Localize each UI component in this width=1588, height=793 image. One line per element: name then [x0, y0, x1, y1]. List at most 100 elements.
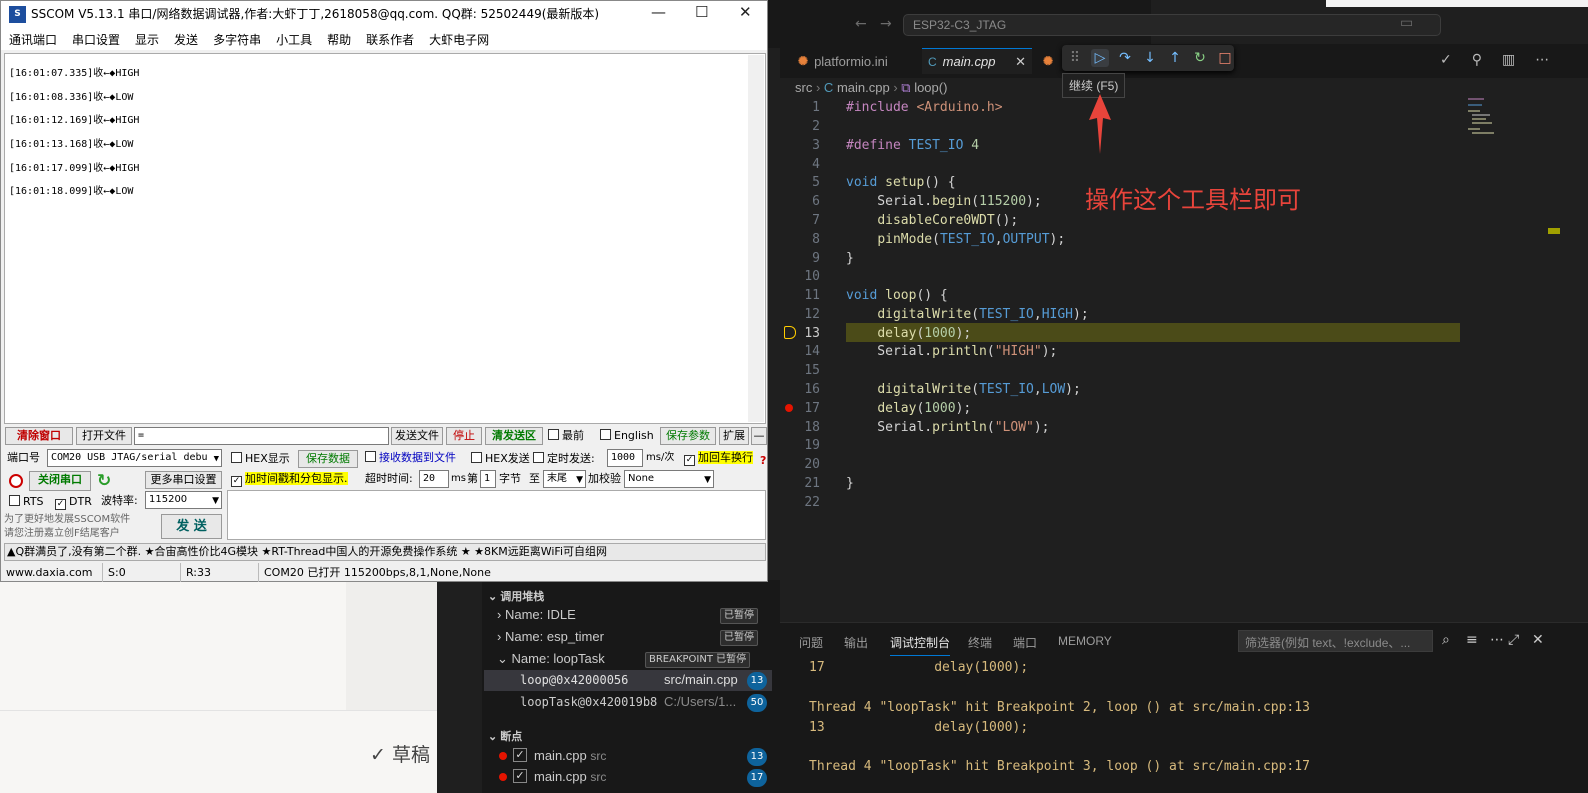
- menu-daxia[interactable]: 大虾电子网: [421, 28, 496, 50]
- code-line[interactable]: digitalWrite(TEST_IO,LOW);: [846, 382, 1081, 397]
- ad-ticker[interactable]: ▲Q群满员了,没有第二个群. ★合宙高性价比4G模块 ★RT-Thread中国人…: [4, 543, 766, 561]
- platformio-bug-icon[interactable]: ✺: [1043, 48, 1053, 74]
- status-site[interactable]: www.daxia.com: [3, 563, 103, 582]
- checksum-select[interactable]: None ▼: [624, 470, 714, 488]
- receive-scrollbar[interactable]: [748, 55, 764, 422]
- breakpoint-item[interactable]: main.cpp src: [534, 746, 606, 766]
- menu-tools[interactable]: 小工具: [268, 28, 319, 50]
- step-out-icon[interactable]: ↑: [1166, 49, 1184, 67]
- tab-ports[interactable]: 端口: [1013, 634, 1037, 651]
- breadcrumb-file[interactable]: main.cpp: [837, 80, 890, 95]
- close-icon[interactable]: ✕: [1015, 54, 1026, 70]
- callstack-header[interactable]: ⌄ 调用堆栈: [488, 588, 544, 604]
- tab-output[interactable]: 输出: [844, 634, 868, 651]
- close-panel-icon[interactable]: ✕: [1532, 632, 1544, 648]
- receive-area[interactable]: [16:01:07.335]收←◆HIGH [16:01:08.336]收←◆L…: [4, 53, 766, 424]
- thread-idle[interactable]: › Name: IDLE: [497, 605, 576, 625]
- draft-label[interactable]: ✓ 草稿: [370, 740, 430, 767]
- stop-icon[interactable]: □: [1216, 49, 1234, 67]
- send-text-area[interactable]: [227, 490, 766, 540]
- timeout-input[interactable]: 20: [419, 470, 449, 488]
- send-button[interactable]: 发 送: [161, 514, 222, 539]
- menu-send[interactable]: 发送: [166, 28, 205, 50]
- save-params-button[interactable]: 保存参数: [660, 427, 716, 445]
- clear-console-icon[interactable]: ≡: [1466, 632, 1478, 648]
- menu-serial-settings[interactable]: 串口设置: [64, 28, 127, 50]
- code-line[interactable]: Serial.println("LOW");: [846, 420, 1049, 435]
- code-line[interactable]: }: [846, 251, 854, 266]
- thread-esp-timer[interactable]: › Name: esp_timer: [497, 627, 604, 647]
- clear-send-button[interactable]: 清发送区: [485, 427, 543, 445]
- byte-from-input[interactable]: 1: [480, 470, 496, 488]
- tail-select[interactable]: 末尾 ▼: [543, 470, 586, 488]
- breakpoint-item[interactable]: main.cpp src: [534, 767, 606, 787]
- copilot-icon[interactable]: ▭: [1400, 15, 1413, 31]
- code-line[interactable]: Serial.println("HIGH");: [846, 344, 1057, 359]
- open-file-button[interactable]: 打开文件: [76, 427, 132, 445]
- breadcrumb-symbol[interactable]: loop(): [914, 80, 947, 95]
- plug-icon[interactable]: ⚲: [1472, 52, 1482, 68]
- restart-icon[interactable]: ↻: [1191, 49, 1209, 67]
- crlf-checkbox[interactable]: ✓ 加回车换行: [684, 450, 753, 466]
- menu-help[interactable]: 帮助: [319, 28, 358, 50]
- code-line[interactable]: Serial.begin(115200);: [846, 194, 1041, 209]
- split-editor-icon[interactable]: ▥: [1502, 52, 1515, 68]
- tab-terminal[interactable]: 终端: [968, 634, 992, 651]
- check-icon[interactable]: ✓: [1440, 52, 1452, 68]
- minimap[interactable]: [1466, 96, 1506, 140]
- expand-button[interactable]: 扩展: [719, 427, 749, 445]
- tab-main-cpp[interactable]: C main.cpp ✕: [922, 48, 1032, 74]
- menu-multi-string[interactable]: 多字符串: [205, 28, 268, 50]
- breakpoint-checkbox[interactable]: ✓: [513, 769, 527, 783]
- code-line[interactable]: void loop() {: [846, 288, 948, 303]
- minimize-icon[interactable]: —: [651, 3, 666, 21]
- forward-arrow-icon[interactable]: →: [880, 16, 892, 32]
- menu-contact[interactable]: 联系作者: [358, 28, 421, 50]
- breakpoints-header[interactable]: ⌄ 断点: [488, 728, 522, 744]
- rts-checkbox[interactable]: RTS: [9, 494, 44, 510]
- tab-debug-console[interactable]: 调试控制台: [890, 634, 951, 656]
- step-over-icon[interactable]: ↷: [1116, 49, 1134, 67]
- collapse-button[interactable]: —: [751, 427, 767, 445]
- command-center-search[interactable]: ESP32-C3_JTAG: [903, 14, 1441, 36]
- breakpoint-checkbox[interactable]: ✓: [513, 748, 527, 762]
- dtr-checkbox[interactable]: ✓ DTR: [55, 494, 92, 510]
- tab-problems[interactable]: 问题: [799, 634, 823, 651]
- baud-select[interactable]: 115200 ▼: [145, 491, 222, 509]
- hex-display-checkbox[interactable]: HEX显示: [231, 451, 290, 467]
- port-select[interactable]: COM20 USB JTAG/serial debu ▼: [47, 449, 222, 467]
- send-file-button[interactable]: 发送文件: [391, 427, 443, 445]
- code-line[interactable]: pinMode(TEST_IO,OUTPUT);: [846, 232, 1065, 247]
- menu-port[interactable]: 通讯端口: [1, 28, 64, 50]
- console-filter-input[interactable]: 筛选器(例如 text、!exclude、...: [1238, 630, 1433, 652]
- stack-frame[interactable]: loop@0x42000056: [520, 670, 628, 690]
- search-icon[interactable]: ⌕: [1442, 632, 1450, 648]
- more-settings-button[interactable]: 更多串口设置: [145, 471, 222, 489]
- close-port-button[interactable]: 关闭串口: [29, 471, 91, 491]
- ellipsis-icon[interactable]: ⋯: [1490, 632, 1504, 648]
- tab-platformio-ini[interactable]: ✺ platformio.ini: [792, 48, 894, 74]
- code-line[interactable]: delay(1000);: [846, 326, 971, 341]
- interval-input[interactable]: 1000: [607, 449, 643, 467]
- topmost-checkbox[interactable]: 最前: [548, 428, 584, 444]
- english-checkbox[interactable]: English: [600, 428, 654, 444]
- refresh-icon[interactable]: ↻: [97, 471, 111, 491]
- hex-send-checkbox[interactable]: HEX发送: [471, 451, 530, 467]
- maximize-icon[interactable]: ☐: [695, 3, 708, 21]
- code-line[interactable]: disableCore0WDT();: [846, 213, 1018, 228]
- code-line[interactable]: #include <Arduino.h>: [846, 100, 1003, 115]
- help-question[interactable]: ?: [760, 453, 766, 469]
- breadcrumb-src[interactable]: src: [795, 80, 812, 95]
- tab-memory[interactable]: MEMORY: [1058, 634, 1112, 648]
- drag-handle-icon[interactable]: ⠿: [1066, 49, 1084, 67]
- timestamp-checkbox[interactable]: ✓ 加时间戳和分包显示.: [231, 471, 348, 487]
- code-line[interactable]: void setup() {: [846, 175, 956, 190]
- continue-icon[interactable]: ▷: [1091, 49, 1109, 67]
- timed-send-checkbox[interactable]: 定时发送:: [533, 451, 595, 467]
- step-into-icon[interactable]: ↓: [1141, 49, 1159, 67]
- clear-window-button[interactable]: 清除窗口: [5, 427, 73, 445]
- maximize-icon[interactable]: ⤢: [1508, 632, 1519, 648]
- file-path-input[interactable]: =: [134, 427, 389, 445]
- save-data-button[interactable]: 保存数据: [298, 450, 358, 468]
- close-icon[interactable]: ✕: [739, 3, 752, 21]
